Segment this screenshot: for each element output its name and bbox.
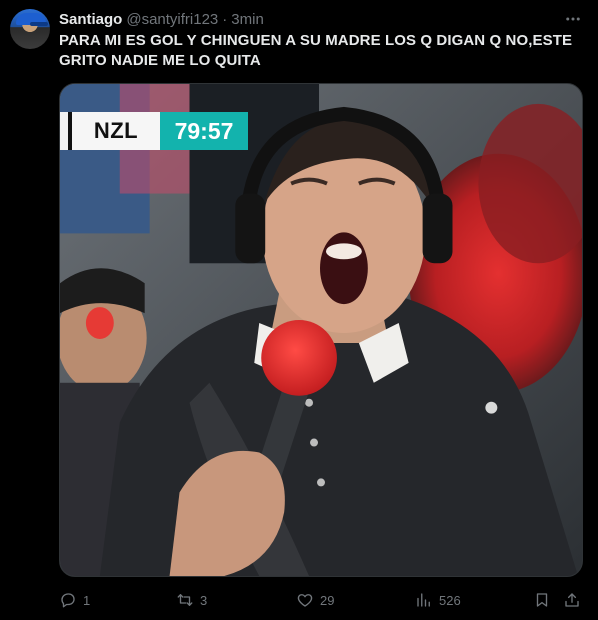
views-chart-icon bbox=[417, 593, 430, 607]
tweet[interactable]: Santiago @santyifri123 · 3min PARA MI ES… bbox=[0, 0, 598, 620]
reply-button[interactable]: 1 bbox=[59, 588, 90, 612]
tweet-text-line: GRITO NADIE ME LO QUITA bbox=[59, 52, 261, 69]
scoreboard-team: NZL bbox=[68, 112, 160, 150]
bookmark-button[interactable] bbox=[533, 588, 551, 612]
reply-icon bbox=[61, 593, 75, 608]
avatar[interactable] bbox=[10, 9, 50, 49]
scoreboard-stripe bbox=[60, 112, 68, 150]
views-button[interactable]: 526 bbox=[415, 588, 461, 612]
share-icon bbox=[565, 593, 579, 607]
more-horizontal-icon bbox=[566, 17, 580, 21]
scoreboard-clock: 79:57 bbox=[160, 112, 248, 150]
tweet-text: PARA MI ES GOL Y CHINGUEN A SU MADRE LOS… bbox=[59, 31, 579, 71]
tweet-media-image[interactable]: NZL 79:57 bbox=[59, 83, 583, 577]
like-count: 29 bbox=[320, 592, 335, 608]
more-options-button[interactable] bbox=[562, 8, 584, 30]
views-count: 526 bbox=[439, 592, 461, 608]
bookmark-icon bbox=[536, 593, 548, 607]
retweet-button[interactable]: 3 bbox=[176, 588, 207, 612]
tweet-timestamp[interactable]: 3min bbox=[231, 11, 264, 28]
tweet-actions: 1 3 29 526 bbox=[59, 588, 583, 612]
scoreboard: NZL 79:57 bbox=[60, 112, 248, 150]
author-name[interactable]: Santiago bbox=[59, 11, 122, 28]
like-button[interactable]: 29 bbox=[296, 588, 334, 612]
header-separator: · bbox=[222, 10, 228, 28]
reply-count: 1 bbox=[83, 592, 91, 608]
share-button[interactable] bbox=[563, 588, 581, 612]
retweet-icon bbox=[177, 594, 193, 606]
author-handle[interactable]: @santyifri123 bbox=[126, 11, 218, 28]
tweet-header: Santiago @santyifri123 · 3min bbox=[59, 9, 264, 29]
broadcast-photo bbox=[60, 84, 582, 576]
retweet-count: 3 bbox=[200, 592, 208, 608]
heart-icon bbox=[297, 594, 313, 607]
avatar-cap-brim-shape bbox=[30, 22, 48, 26]
tweet-text-line: PARA MI ES GOL Y CHINGUEN A SU MADRE LOS… bbox=[59, 32, 573, 49]
